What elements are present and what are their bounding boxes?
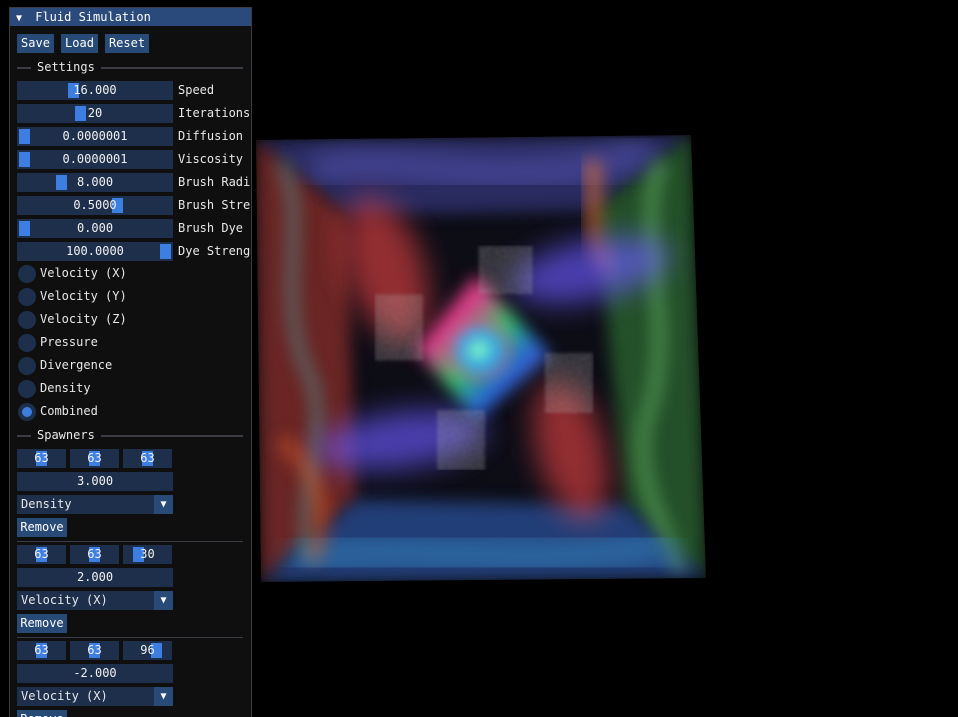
slider-label: Viscosity (178, 152, 244, 166)
display-mode-label: Velocity (X) (40, 266, 127, 280)
slider-value: 63 (87, 547, 102, 561)
strength-value: 3.000 (76, 474, 114, 488)
slider-speed[interactable]: 16.000 (17, 81, 173, 100)
slider-label: Dye Strength (178, 244, 251, 258)
slider-value: 100.0000 (66, 244, 124, 258)
spawner-type-dropdown[interactable]: Density ▼ (17, 495, 173, 514)
spawner-x-slider[interactable]: 63 (17, 449, 66, 468)
display-mode-label: Pressure (40, 335, 98, 349)
spawner-divider (17, 637, 243, 638)
fluid-simulation-window: ▼ Fluid Simulation Save Load Reset Setti… (9, 7, 252, 717)
settings-header: Settings (37, 60, 95, 74)
spawner-strength-field[interactable]: -2.000 (17, 664, 173, 683)
spawner-y-slider[interactable]: 63 (70, 545, 119, 564)
spawner-z-slider[interactable]: 63 (123, 449, 172, 468)
slider-value: 8.000 (76, 175, 114, 189)
spawner-z-slider[interactable]: 96 (123, 641, 172, 660)
remove-spawner-button[interactable]: Remove (17, 614, 67, 633)
radio-button[interactable] (18, 334, 36, 352)
chevron-down-icon[interactable]: ▼ (154, 591, 173, 610)
slider-value: 96 (140, 643, 155, 657)
display-mode-label: Density (40, 381, 91, 395)
slider-dye-strength[interactable]: 100.0000 (17, 242, 173, 261)
slider-value: 0.0000001 (62, 129, 128, 143)
radio-button[interactable] (18, 288, 36, 306)
chevron-down-icon[interactable]: ▼ (154, 687, 173, 706)
slider-label: Brush Dye (178, 221, 244, 235)
collapse-triangle-icon[interactable]: ▼ (16, 10, 28, 28)
dropdown-selected-value: Velocity (X) (21, 593, 108, 607)
slider-viscosity[interactable]: 0.0000001 (17, 150, 173, 169)
slider-brush-dye[interactable]: 0.000 (17, 219, 173, 238)
spawners-header: Spawners (37, 428, 95, 442)
remove-spawner-button[interactable]: Remove (17, 518, 67, 537)
spawner-x-slider[interactable]: 63 (17, 545, 66, 564)
separator-line (101, 435, 243, 437)
display-mode-label: Velocity (Y) (40, 289, 127, 303)
radio-button[interactable] (18, 403, 36, 421)
strength-value: 2.000 (76, 570, 114, 584)
dropdown-selected-value: Density (21, 497, 72, 511)
slider-value: 0.000 (76, 221, 114, 235)
spawner-strength-field[interactable]: 2.000 (17, 568, 173, 587)
load-button[interactable]: Load (61, 34, 98, 53)
spawner-strength-field[interactable]: 3.000 (17, 472, 173, 491)
separator-line (17, 67, 31, 69)
radio-button[interactable] (18, 380, 36, 398)
slider-brush-radius[interactable]: 8.000 (17, 173, 173, 192)
spawner-type-dropdown[interactable]: Velocity (X) ▼ (17, 687, 173, 706)
radio-button[interactable] (18, 265, 36, 283)
spawner-y-slider[interactable]: 63 (70, 449, 119, 468)
slider-brush-strength[interactable]: 0.5000 (17, 196, 173, 215)
display-mode-label: Combined (40, 404, 98, 418)
slider-value: 16.000 (73, 83, 117, 97)
simulation-viewport[interactable] (251, 0, 958, 716)
radio-button[interactable] (18, 357, 36, 375)
slider-iterations[interactable]: 20 (17, 104, 173, 123)
slider-label: Brush Radius (178, 175, 251, 189)
slider-diffusion[interactable]: 0.0000001 (17, 127, 173, 146)
chevron-down-icon[interactable]: ▼ (154, 495, 173, 514)
spawner-type-dropdown[interactable]: Velocity (X) ▼ (17, 591, 173, 610)
slider-label: Brush Strength (178, 198, 251, 212)
slider-value: 63 (34, 451, 49, 465)
slider-value: 63 (34, 547, 49, 561)
fluid-volume-render (256, 135, 706, 582)
spawner-divider (17, 541, 243, 542)
strength-value: -2.000 (73, 666, 117, 680)
window-titlebar[interactable]: ▼ Fluid Simulation (10, 8, 251, 26)
slider-value: 0.0000001 (62, 152, 128, 166)
slider-value: 63 (140, 451, 155, 465)
separator-line (17, 435, 31, 437)
radio-button[interactable] (18, 311, 36, 329)
slider-value: 20 (87, 106, 103, 120)
slider-label: Speed (178, 83, 215, 97)
spawner-z-slider[interactable]: 30 (123, 545, 172, 564)
save-button[interactable]: Save (17, 34, 54, 53)
window-title: Fluid Simulation (35, 10, 151, 24)
slider-value: 63 (87, 451, 102, 465)
slider-value: 0.5000 (73, 198, 117, 212)
display-mode-label: Divergence (40, 358, 113, 372)
spawner-y-slider[interactable]: 63 (70, 641, 119, 660)
slider-label: Iterations (178, 106, 251, 120)
spawner-x-slider[interactable]: 63 (17, 641, 66, 660)
reset-button[interactable]: Reset (105, 34, 149, 53)
slider-label: Diffusion (178, 129, 244, 143)
dropdown-selected-value: Velocity (X) (21, 689, 108, 703)
slider-value: 63 (34, 643, 49, 657)
separator-line (101, 67, 243, 69)
slider-value: 30 (140, 547, 155, 561)
slider-value: 63 (87, 643, 102, 657)
display-mode-label: Velocity (Z) (40, 312, 127, 326)
